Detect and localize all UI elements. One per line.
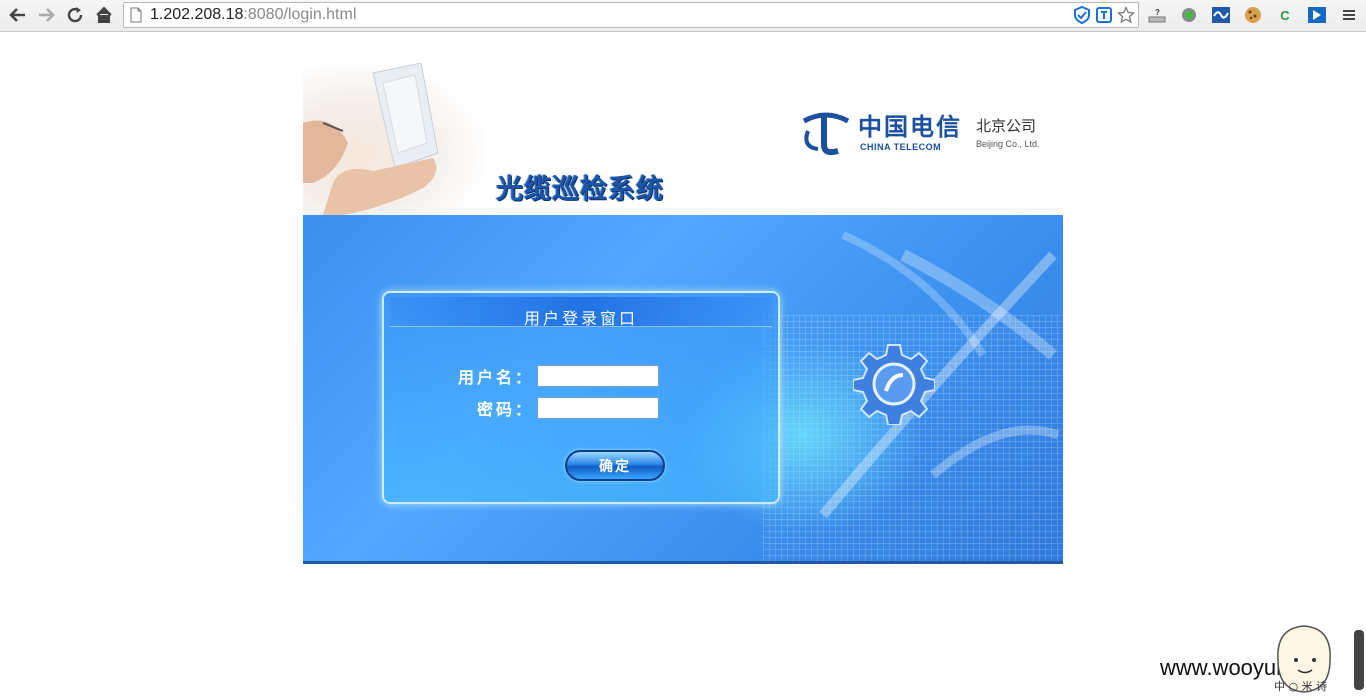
logo-branch-en: Beijing Co., Ltd. <box>976 139 1040 149</box>
extension-blue-icon[interactable] <box>1306 5 1328 25</box>
shield-icon[interactable] <box>1073 6 1091 24</box>
back-button[interactable] <box>6 4 30 26</box>
logo-branch-cn: 北京公司 <box>976 117 1037 135</box>
url-path: :8080/login.html <box>243 6 357 23</box>
browser-toolbar: 1.202.208.18:8080/login.html ? C <box>0 0 1366 32</box>
logo-name-en: CHINA TELECOM <box>860 142 942 152</box>
china-telecom-logo: 中国电信 CHINA TELECOM 北京公司 Beijing Co., Ltd… <box>798 103 1058 163</box>
submit-button[interactable]: 确定 <box>565 450 665 481</box>
star-icon[interactable] <box>1117 6 1135 24</box>
extension-c-icon[interactable]: C <box>1274 5 1296 25</box>
login-window: 用户登录窗口 用户名： 密码： 确定 <box>382 291 780 504</box>
gear-phone-icon <box>853 344 935 425</box>
page-icon <box>130 7 142 23</box>
page-header: 光缆巡检系统 中国电信 CHINA TELECOM 北京公司 Beijing C… <box>303 63 1063 215</box>
forward-button[interactable] <box>34 4 58 26</box>
extension-cookie-icon[interactable] <box>1242 5 1264 25</box>
home-icon <box>96 6 112 23</box>
login-window-title: 用户登录窗口 <box>523 309 638 328</box>
url-host: 1.202.208.18 <box>150 6 244 23</box>
extension-record-icon[interactable] <box>1178 5 1200 25</box>
system-title: 光缆巡检系统 <box>496 174 664 205</box>
reload-icon <box>67 7 83 23</box>
username-label: 用户名： <box>457 368 534 387</box>
china-telecom-emblem-icon <box>802 112 850 156</box>
logo-name-cn: 中国电信 <box>858 112 962 141</box>
password-label: 密码： <box>476 400 534 419</box>
extension-download-icon[interactable]: ? <box>1146 5 1168 25</box>
menu-icon[interactable] <box>1338 5 1360 25</box>
address-bar[interactable]: 1.202.208.18:8080/login.html <box>123 2 1139 28</box>
username-input[interactable] <box>537 365 659 387</box>
login-window-titlebar: 用户登录窗口 <box>390 297 772 328</box>
back-arrow-icon <box>9 8 25 22</box>
home-button[interactable] <box>92 4 116 26</box>
login-banner: 用户登录窗口 用户名： 密码： 确定 <box>303 215 1063 564</box>
page-scrollbar[interactable] <box>1354 630 1364 690</box>
url-text: 1.202.208.18:8080/login.html <box>150 6 356 24</box>
mascot-caption: 中 ○ 米 诗 <box>1274 680 1328 693</box>
svg-text:?: ? <box>1155 8 1160 17</box>
forward-arrow-icon <box>39 8 55 22</box>
password-input[interactable] <box>537 397 659 419</box>
extension-wave-icon[interactable] <box>1210 5 1232 25</box>
translate-icon[interactable] <box>1095 6 1113 24</box>
hand-device-photo <box>303 63 483 215</box>
reload-button[interactable] <box>63 4 87 26</box>
mascot-sticker: 中 ○ 米 诗 <box>1268 620 1338 696</box>
